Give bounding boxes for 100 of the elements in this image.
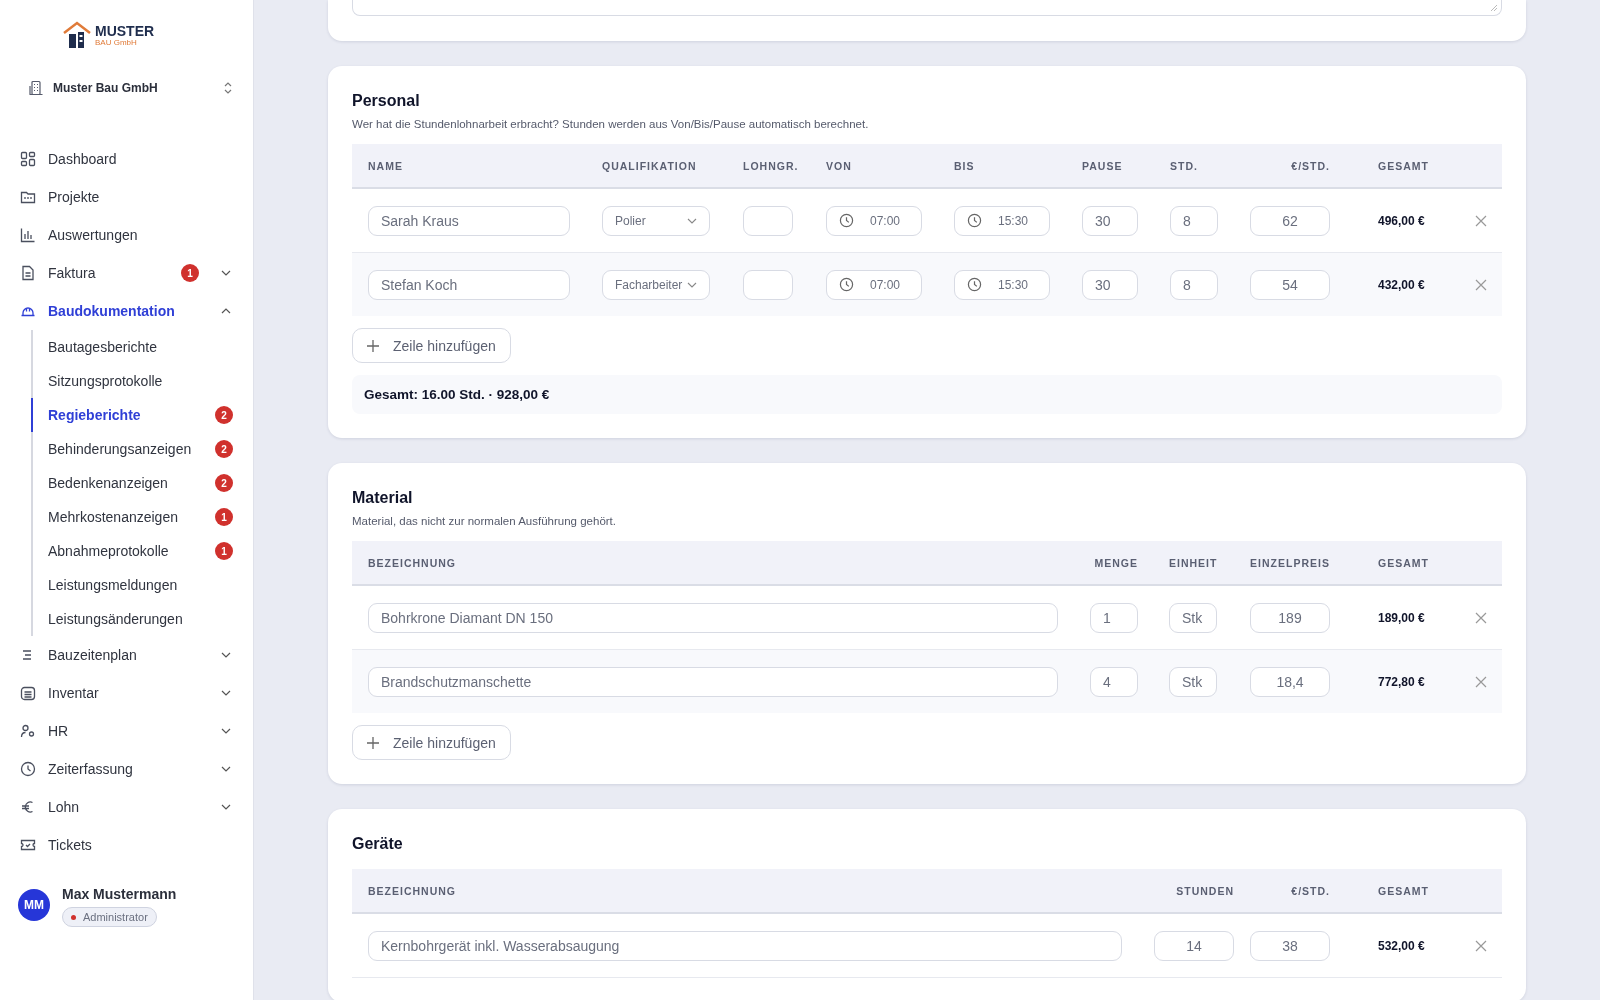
quantity-field[interactable]: 1 [1090,602,1138,633]
column-header: VON [826,159,853,172]
end-time-field[interactable]: 15:30 [954,269,1050,300]
nav-subitem[interactable]: Sitzungsprotokolle [31,364,253,398]
column-header: LOHNGR. [743,159,800,172]
company-switcher[interactable]: Muster Bau GmbH [28,74,233,102]
wage-group-field[interactable] [743,205,793,236]
rate-field[interactable]: 62 [1250,205,1330,236]
description-field[interactable]: Kernbohrgerät inkl. Wasserabsaugung [368,930,1122,961]
logo-name: MUSTER [95,23,155,38]
wage-group-field[interactable] [743,269,793,300]
name-field[interactable]: Stefan Koch [368,269,570,300]
column-header: BEZEICHNUNG [368,556,457,569]
grid-icon [20,151,36,167]
column-header: PAUSE [1082,159,1124,172]
nav-item[interactable]: Projekte [0,178,253,216]
count-badge: 1 [215,508,233,526]
count-badge: 2 [215,440,233,458]
nav-subitem[interactable]: Bedenkenanzeigen 2 [31,466,253,500]
doc-icon [20,265,36,281]
ticket-icon [20,837,36,853]
summary-bar: Gesamt: 16.00 Std. · 928,00 € [352,375,1502,414]
column-header: €/STD. [1290,159,1330,172]
add-row-button[interactable]: Zeile hinzufügen [352,328,511,363]
section-title: Personal [352,92,421,110]
clock-icon [839,277,854,292]
user-name: Max Mustermann [62,886,177,902]
nav-subitem[interactable]: Bautagesberichte [31,330,253,364]
section-title: Material [352,489,414,507]
column-header: STD. [1170,159,1199,172]
count-badge: 1 [181,264,199,282]
row-total: 496,00 € [1378,213,1426,228]
description-field[interactable]: Brandschutzmanschette [368,666,1058,697]
price-field[interactable]: 18,4 [1250,666,1330,697]
nav-item[interactable]: HR [0,712,253,750]
row-total: 532,00 € [1378,938,1426,953]
nav-item[interactable]: Lohn [0,788,253,826]
column-header: GESAMT [1378,556,1430,569]
hours-field[interactable]: 14 [1154,930,1234,961]
chart-icon [20,227,36,243]
nav-item[interactable]: Auswertungen [0,216,253,254]
hours-field[interactable]: 8 [1170,269,1218,300]
column-header: MENGE [1093,556,1138,569]
folder-icon [20,189,36,205]
nav-item[interactable]: Zeiterfassung [0,750,253,788]
nav-item[interactable]: Faktura 1 [0,254,253,292]
nav-item[interactable]: Dashboard [0,140,253,178]
qualification-dropdown[interactable]: Polier [602,205,710,236]
nav-item[interactable]: Tickets [0,826,253,864]
column-header: EINZELPREIS [1250,556,1330,569]
break-field[interactable]: 30 [1082,205,1138,236]
nav-subitem[interactable]: Leistungsänderungen [31,602,253,636]
chevron-icon [687,281,697,288]
nav-subitem[interactable]: Leistungsmeldungen [31,568,253,602]
column-header: NAME [368,159,404,172]
name-field[interactable]: Sarah Kraus [368,205,570,236]
nav-subitem[interactable]: Mehrkostenanzeigen 1 [31,500,253,534]
users-icon [20,723,36,739]
break-field[interactable]: 30 [1082,269,1138,300]
rate-field[interactable]: 54 [1250,269,1330,300]
quantity-field[interactable]: 4 [1090,666,1138,697]
column-header: €/STD. [1290,884,1330,897]
user-avatar: MM [18,889,50,921]
start-time-field[interactable]: 07:00 [826,205,922,236]
nav-subitem[interactable]: Behinderungsanzeigen 2 [31,432,253,466]
rate-field[interactable]: 38 [1250,930,1330,961]
qualification-dropdown[interactable]: Facharbeiter [602,269,710,300]
chevron-icon [687,217,697,224]
add-row-button[interactable]: Zeile hinzufügen [352,725,511,760]
nav-item[interactable]: Bauzeitenplan [0,636,253,674]
plus-icon [367,736,379,749]
description-field[interactable]: Bohrkrone Diamant DN 150 [368,602,1058,633]
start-time-field[interactable]: 07:00 [826,269,922,300]
resize-handle-icon[interactable] [1490,4,1498,12]
clock-icon [967,277,982,292]
nav-subitem[interactable]: Regieberichte 2 [31,398,253,432]
unit-field[interactable]: Stk [1169,666,1217,697]
column-header: GESAMT [1378,884,1430,897]
row-total: 432,00 € [1378,277,1426,292]
archive-icon [20,685,36,701]
column-header: BEZEICHNUNG [368,884,457,897]
column-header: STUNDEN [1175,884,1234,897]
price-field[interactable]: 189 [1250,602,1330,633]
text-area[interactable] [352,0,1502,16]
clock-icon [839,213,854,228]
section-description: Material, das nicht zur normalen Ausführung gehört. [352,515,617,527]
section-description: Wer hat die Stundenlohnarbeit erbracht? Stunden werden aus Von/Bis/Pause automatisch berechnet. [352,118,870,130]
clock-icon [967,213,982,228]
nav-subitem[interactable]: Abnahmeprotokolle 1 [31,534,253,568]
nav-item[interactable]: Inventar [0,674,253,712]
plus-icon [367,339,379,352]
hours-field[interactable]: 8 [1170,205,1218,236]
logo-icon [62,20,92,50]
column-header: QUALIFIKATION [602,159,698,172]
row-total: 772,80 € [1378,674,1426,689]
column-header: BIS [954,159,976,172]
nav-item[interactable]: Baudokumentation [0,292,253,330]
row-total: 189,00 € [1378,610,1426,625]
unit-field[interactable]: Stk [1169,602,1217,633]
end-time-field[interactable]: 15:30 [954,205,1050,236]
